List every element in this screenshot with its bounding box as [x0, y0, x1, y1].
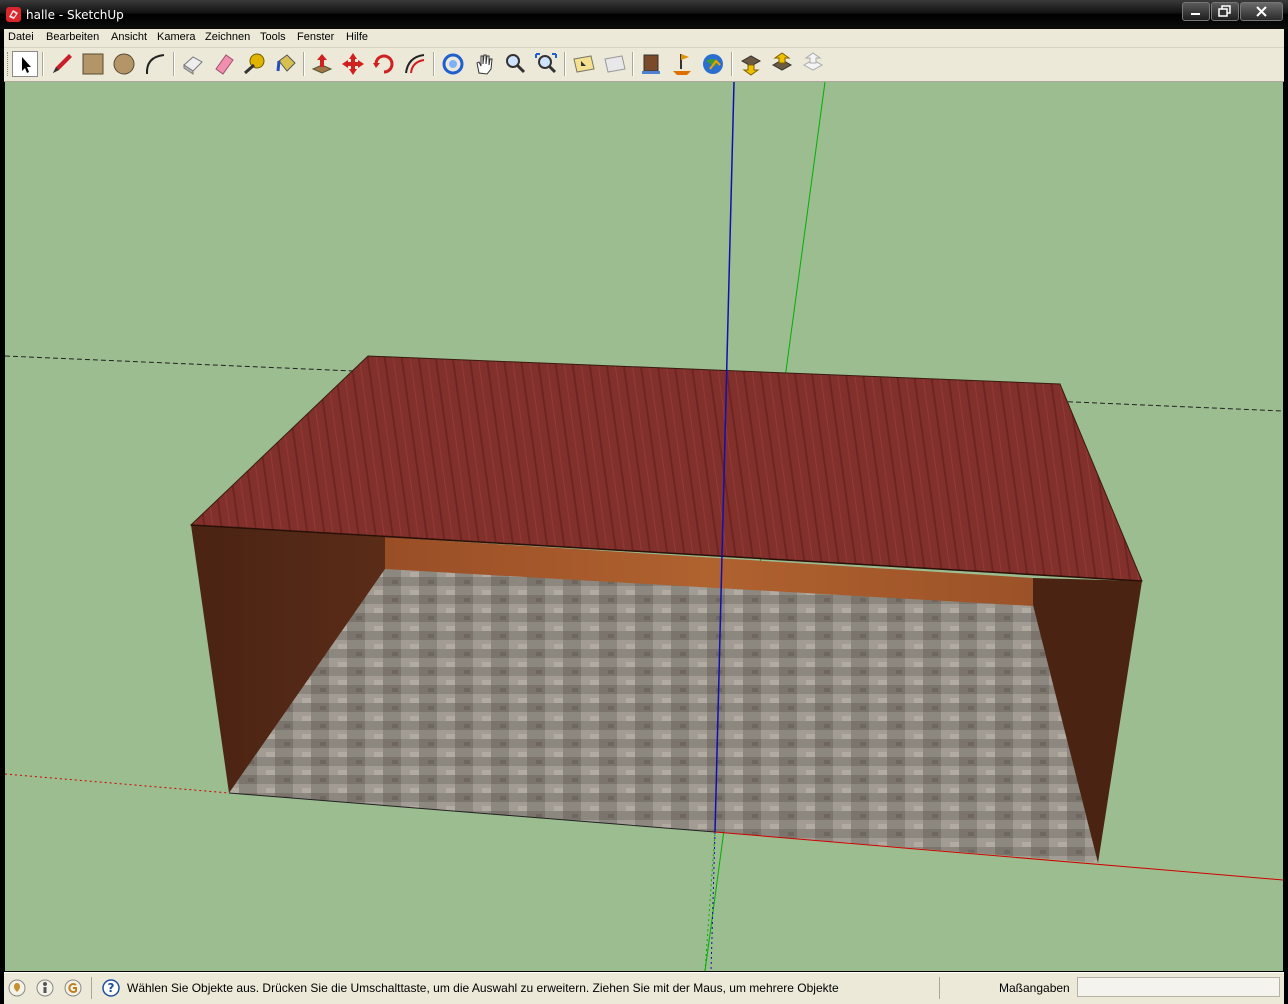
get-models-button[interactable]	[638, 51, 664, 77]
toolbar-grip[interactable]	[7, 52, 11, 76]
toolbar-separator	[632, 52, 634, 76]
help-icon[interactable]: ?	[102, 979, 120, 997]
measurements-input[interactable]	[1077, 977, 1280, 997]
menu-tools[interactable]: Tools	[260, 31, 286, 43]
get-models-icon	[642, 54, 660, 74]
window-frame-right	[1284, 29, 1288, 1003]
pan-tool-button[interactable]	[471, 51, 497, 77]
status-bar: ? Wählen Sie Objekte aus. Drücken Sie di…	[4, 972, 1284, 1004]
push-pull-tool-button[interactable]	[309, 51, 335, 77]
main-toolbar	[4, 48, 1284, 82]
drawing-viewport[interactable]	[5, 82, 1283, 971]
pencil-tool-button[interactable]	[49, 51, 75, 77]
rotate-tool-button[interactable]	[371, 51, 397, 77]
user-icon[interactable]	[64, 979, 82, 997]
toolbar-separator	[731, 52, 733, 76]
rectangle-icon	[82, 53, 104, 75]
arc-icon	[145, 54, 165, 75]
paint-bucket-icon	[276, 54, 296, 72]
select-tool-button[interactable]	[12, 51, 38, 77]
menu-bar: Datei Bearbeiten Ansicht Kamera Zeichnen…	[4, 29, 1284, 48]
svg-text:?: ?	[108, 981, 115, 995]
minimize-icon	[1191, 13, 1200, 15]
paint-bucket-tool-button[interactable]	[273, 51, 299, 77]
measurements-label: Maßangaben	[999, 981, 1070, 995]
credits-icon[interactable]	[36, 979, 54, 997]
pencil-icon	[53, 54, 72, 73]
offset-tool-button[interactable]	[402, 51, 428, 77]
title-bar: halle - SketchUp	[0, 0, 1288, 29]
google-earth-button[interactable]	[700, 51, 726, 77]
share-model-button[interactable]	[769, 51, 795, 77]
toolbar-separator	[433, 52, 435, 76]
minimize-button[interactable]	[1182, 2, 1210, 21]
orbit-icon	[442, 53, 464, 75]
circle-tool-button[interactable]	[111, 51, 137, 77]
get-models-warehouse-button[interactable]	[738, 51, 764, 77]
window-title: halle - SketchUp	[26, 8, 124, 22]
move-tool-button[interactable]	[340, 51, 366, 77]
zoom-tool-button[interactable]	[502, 51, 528, 77]
rectangle-tool-button[interactable]	[80, 51, 106, 77]
previous-view-icon	[573, 55, 595, 73]
status-separator	[939, 977, 940, 999]
offset-icon	[405, 54, 425, 74]
model-scene	[5, 82, 1283, 971]
restore-icon	[1218, 5, 1231, 17]
close-icon	[1256, 6, 1267, 17]
status-separator	[91, 977, 92, 999]
get-models-warehouse-icon	[740, 55, 762, 76]
next-view-icon	[604, 55, 626, 73]
add-location-icon	[673, 54, 691, 75]
tape-measure-icon	[244, 53, 265, 75]
circle-icon	[113, 53, 135, 75]
zoom-extents-tool-button[interactable]	[533, 51, 559, 77]
zoom-icon	[506, 54, 526, 74]
google-earth-icon	[703, 54, 723, 74]
toolbar-separator	[303, 52, 305, 76]
next-view-button[interactable]	[602, 51, 628, 77]
toolbar-separator	[42, 52, 44, 76]
make-component-tool-button[interactable]	[180, 51, 206, 77]
status-message: Wählen Sie Objekte aus. Drücken Sie die …	[127, 981, 839, 995]
toolbar-separator	[564, 52, 566, 76]
share-component-button[interactable]	[800, 51, 826, 77]
menu-fenster[interactable]: Fenster	[297, 31, 334, 43]
toolbar-separator	[173, 52, 175, 76]
rotate-icon	[373, 54, 394, 74]
share-component-icon	[802, 52, 824, 71]
share-model-icon	[771, 52, 793, 71]
close-button[interactable]	[1240, 2, 1283, 21]
move-icon	[342, 53, 364, 75]
push-pull-icon	[311, 54, 333, 74]
orbit-tool-button[interactable]	[440, 51, 466, 77]
zoom-extents-icon	[535, 53, 557, 74]
menu-ansicht[interactable]: Ansicht	[111, 31, 147, 43]
menu-datei[interactable]: Datei	[8, 31, 34, 43]
add-location-button[interactable]	[669, 51, 695, 77]
arc-tool-button[interactable]	[142, 51, 168, 77]
tape-measure-tool-button[interactable]	[242, 51, 268, 77]
maximize-button[interactable]	[1211, 2, 1239, 21]
previous-view-button[interactable]	[571, 51, 597, 77]
menu-bearbeiten[interactable]: Bearbeiten	[46, 31, 99, 43]
floor-surface	[229, 568, 1098, 863]
menu-kamera[interactable]: Kamera	[157, 31, 196, 43]
select-icon	[22, 57, 31, 73]
window-frame-left	[0, 29, 4, 1003]
sketchup-logo-icon	[6, 7, 21, 22]
menu-zeichnen[interactable]: Zeichnen	[205, 31, 250, 43]
eraser-tool-button[interactable]	[211, 51, 237, 77]
menu-hilfe[interactable]: Hilfe	[346, 31, 368, 43]
make-component-icon	[183, 56, 203, 75]
pan-icon	[476, 54, 493, 75]
eraser-icon	[215, 54, 234, 75]
geo-location-icon[interactable]	[8, 979, 26, 997]
